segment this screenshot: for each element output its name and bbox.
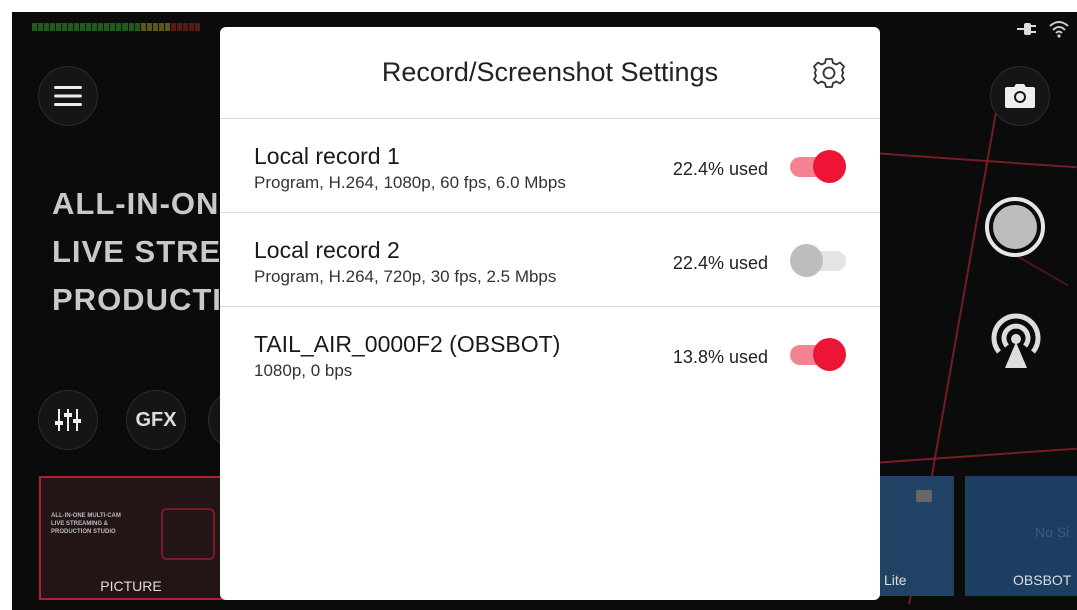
meter-segment: [32, 23, 38, 31]
screenshot-button[interactable]: [990, 66, 1050, 126]
menu-button[interactable]: [38, 66, 98, 126]
meter-segment: [128, 23, 134, 31]
gear-icon: [813, 58, 845, 88]
meter-segment: [152, 23, 158, 31]
record-details: Program, H.264, 1080p, 60 fps, 6.0 Mbps: [254, 173, 566, 192]
gfx-label: GFX: [135, 408, 177, 431]
record-title: Local record 1: [254, 143, 400, 169]
meter-segment: [74, 23, 80, 31]
record-title: Local record 2: [254, 237, 400, 263]
wifi-icon: [1049, 21, 1069, 38]
settings-button[interactable]: [812, 56, 846, 90]
toggle-knob: [813, 338, 846, 371]
meter-segment: [140, 23, 146, 31]
thumbnail-device-outline: [161, 508, 215, 560]
storage-usage: 22.4% used: [672, 253, 768, 273]
meter-segment: [188, 23, 194, 31]
toggle-knob: [813, 150, 846, 183]
record-toggle[interactable]: [790, 243, 846, 277]
record-details: Program, H.264, 720p, 30 fps, 2.5 Mbps: [254, 267, 557, 286]
scene-thumbnail-obsbot[interactable]: No Si OBSBOT: [965, 476, 1077, 596]
record-settings-dialog: Record/Screenshot Settings Local record …: [220, 27, 880, 600]
record-details: 1080p, 0 bps: [254, 361, 353, 380]
mixer-icon: [55, 409, 81, 431]
meter-segment: [122, 23, 128, 31]
broadcast-icon: [991, 313, 1041, 368]
dialog-title: Record/Screenshot Settings: [381, 57, 719, 87]
meter-segment: [164, 23, 170, 31]
meter-segment: [98, 23, 104, 31]
meter-segment: [182, 23, 188, 31]
thumbnail-caption-line: ALL-IN-ONE MULTI-CAM: [51, 513, 121, 519]
go-live-button[interactable]: [985, 312, 1047, 374]
thumbnail-label: PICTURE: [100, 578, 162, 594]
record-icon: [993, 205, 1037, 249]
scene-thumbnail-picture[interactable]: ALL-IN-ONE MULTI-CAM LIVE STREAMING & PR…: [39, 476, 223, 600]
meter-segment: [50, 23, 56, 31]
scene-thumbnail-lite[interactable]: Lite: [872, 476, 954, 596]
gfx-button[interactable]: GFX: [126, 390, 186, 450]
bg-line: [872, 447, 1077, 464]
menu-icon: [54, 86, 82, 106]
meter-segment: [44, 23, 50, 31]
meter-segment: [80, 23, 86, 31]
meter-segment: [104, 23, 110, 31]
bg-line: [1011, 252, 1069, 287]
meter-segment: [38, 23, 44, 31]
audio-mixer-button[interactable]: [38, 390, 98, 450]
thumbnail-caption-line: PRODUCTION STUDIO: [51, 529, 116, 535]
meter-segment: [170, 23, 176, 31]
record-title: TAIL_AIR_0000F2 (OBSBOT): [254, 331, 561, 357]
meter-segment: [56, 23, 62, 31]
thumbnail-label: OBSBOT: [1013, 572, 1072, 588]
meter-segment: [110, 23, 116, 31]
thumbnail-caption-line: LIVE STREAMING &: [51, 521, 109, 527]
storage-usage: 22.4% used: [672, 159, 768, 179]
bg-line: [871, 152, 1077, 169]
camera-icon: [1005, 84, 1035, 108]
meter-segment: [194, 23, 200, 31]
storage-usage: 13.8% used: [672, 347, 768, 367]
meter-segment: [176, 23, 182, 31]
meter-segment: [68, 23, 74, 31]
meter-segment: [158, 23, 164, 31]
audio-level-meter: [32, 23, 200, 31]
meter-segment: [62, 23, 68, 31]
record-row[interactable]: Local record 1 Program, H.264, 1080p, 60…: [220, 119, 880, 213]
meter-segment: [116, 23, 122, 31]
record-toggle[interactable]: [790, 337, 846, 371]
thumbnail-caption: ALL-IN-ONE MULTI-CAM LIVE STREAMING & PR…: [51, 512, 121, 536]
meter-segment: [86, 23, 92, 31]
thumbnail-label: Lite: [884, 572, 907, 588]
power-plug-icon: [1017, 23, 1036, 35]
record-button[interactable]: [985, 197, 1045, 257]
record-row[interactable]: Local record 2 Program, H.264, 720p, 30 …: [220, 213, 880, 307]
record-toggle[interactable]: [790, 149, 846, 183]
toggle-knob: [790, 244, 823, 277]
camera-badge-icon: [916, 490, 932, 502]
no-signal-text: No Si: [1035, 524, 1070, 540]
meter-segment: [134, 23, 140, 31]
meter-segment: [146, 23, 152, 31]
record-row[interactable]: TAIL_AIR_0000F2 (OBSBOT) 1080p, 0 bps 13…: [220, 307, 880, 400]
dialog-header: Record/Screenshot Settings: [220, 27, 880, 119]
meter-segment: [92, 23, 98, 31]
